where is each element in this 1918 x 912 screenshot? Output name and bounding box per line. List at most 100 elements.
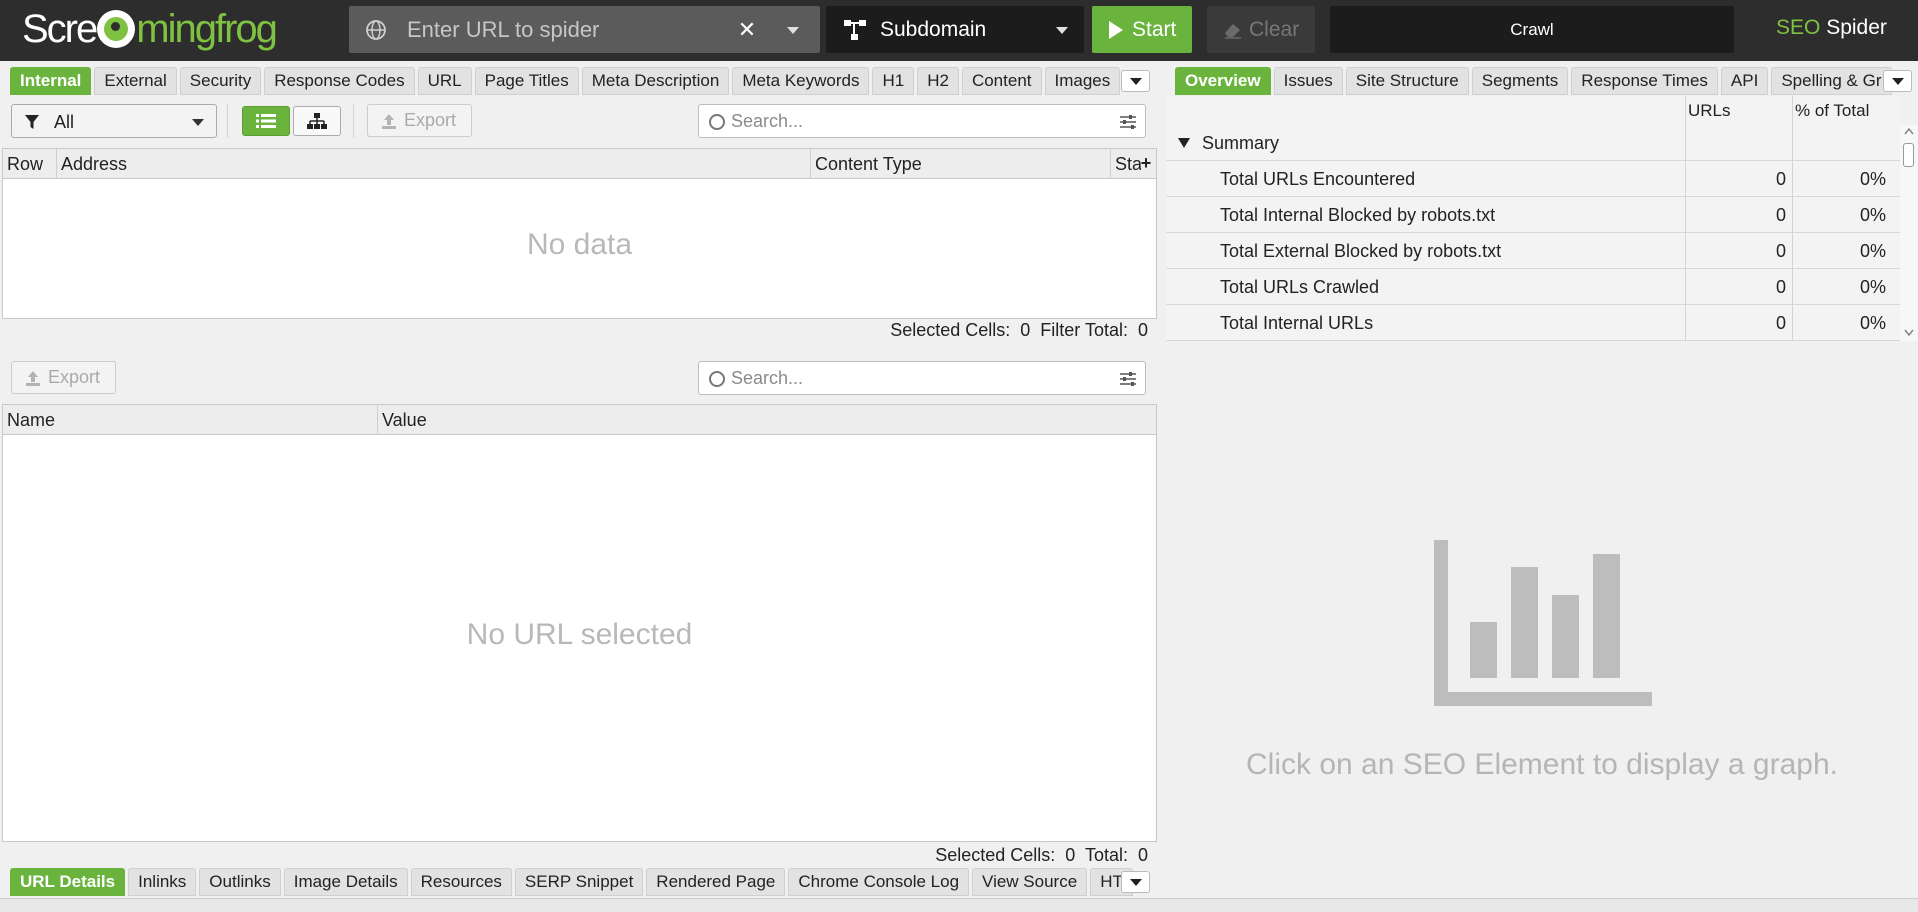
toolbar-divider [353, 104, 354, 138]
url-history-dropdown-icon[interactable] [781, 18, 805, 42]
main-tab-security[interactable]: Security [179, 67, 262, 95]
right-tab-spelling-gr[interactable]: Spelling & Gr [1771, 67, 1892, 95]
right-tab-overview[interactable]: Overview [1175, 67, 1271, 95]
clear-url-icon[interactable]: ✕ [735, 18, 759, 42]
main-tab-page-titles[interactable]: Page Titles [474, 67, 579, 95]
bottom-tab-chrome-console-log[interactable]: Chrome Console Log [788, 868, 970, 896]
url-input-box[interactable]: ✕ [349, 6, 820, 53]
search-icon [709, 114, 725, 130]
product-name: SEO Spider [1776, 16, 1887, 39]
bottom-tab-rendered-page[interactable]: Rendered Page [646, 868, 786, 896]
export-button[interactable]: Export [367, 104, 472, 137]
globe-icon [366, 20, 386, 40]
column-header-percent[interactable]: % of Total [1795, 96, 1869, 125]
top-table-empty-message: No data [526, 228, 633, 261]
lower-export-button[interactable]: Export [11, 361, 116, 394]
overview-row-urls: 0 [1775, 169, 1786, 189]
bottom-tab-url-details[interactable]: URL Details [10, 868, 126, 896]
bottom-tab-view-source[interactable]: View Source [972, 868, 1088, 896]
top-table-status: Selected Cells: 0 Filter Total: 0 [890, 320, 1148, 340]
scroll-down-icon[interactable] [1904, 329, 1914, 337]
right-tab-api[interactable]: API [1720, 67, 1769, 95]
details-empty-message: No URL selected [466, 618, 693, 651]
main-tab-response-codes[interactable]: Response Codes [264, 67, 415, 95]
right-tabs-overflow-button[interactable] [1883, 70, 1912, 92]
collapse-triangle-icon[interactable] [1178, 138, 1190, 148]
column-header-row[interactable]: Row [3, 149, 57, 179]
bottom-tabs-overflow-button[interactable] [1121, 871, 1150, 893]
main-tab-images[interactable]: Images [1044, 67, 1121, 95]
column-header-content-type[interactable]: Content Type [811, 149, 1111, 179]
overview-row[interactable]: Total External Blocked by robots.txt 0 0% [1166, 233, 1900, 269]
add-column-icon[interactable]: + [1137, 149, 1155, 179]
bottom-tab-bar: URL Details Inlinks Outlinks Image Details R… [10, 867, 1136, 897]
overview-row-label: Total Internal URLs [1220, 313, 1374, 333]
graph-placeholder-message: Click on an SEO Element to display a gra… [1246, 748, 1838, 781]
main-tab-bar: Internal External Security Response Codes UR… [10, 66, 1123, 96]
top-search-box[interactable] [698, 104, 1146, 138]
overview-row-percent: 0% [1859, 205, 1886, 225]
top-bar: Scre mingfrog ✕ Subdomain Start [0, 0, 1918, 61]
bottom-tab-outlinks[interactable]: Outlinks [199, 868, 281, 896]
main-tab-meta-description[interactable]: Meta Description [581, 67, 730, 95]
bottom-tab-resources[interactable]: Resources [410, 868, 512, 896]
column-header-urls[interactable]: URLs [1688, 96, 1731, 125]
tree-view-icon [307, 113, 327, 129]
overview-row[interactable]: Total Internal Blocked by robots.txt 0 0% [1166, 197, 1900, 233]
clear-button[interactable]: Clear [1207, 6, 1315, 53]
right-tab-segments[interactable]: Segments [1471, 67, 1569, 95]
column-header-value[interactable]: Value [378, 405, 1156, 435]
tree-view-button[interactable] [293, 106, 341, 136]
column-divider [1685, 125, 1686, 341]
search-options-icon[interactable] [1119, 114, 1137, 130]
overview-row-label: Total External Blocked by robots.txt [1220, 241, 1502, 261]
overview-row-urls: 0 [1775, 241, 1786, 261]
filter-icon [25, 115, 39, 129]
main-tab-content[interactable]: Content [961, 67, 1042, 95]
toolbar-divider [227, 104, 228, 138]
overview-scrollbar[interactable] [1900, 125, 1918, 341]
scrollbar-thumb[interactable] [1903, 143, 1914, 167]
column-header-name[interactable]: Name [3, 405, 378, 435]
overview-row[interactable]: Total Internal URLs 0 0% [1166, 305, 1900, 341]
search-options-icon[interactable] [1119, 371, 1137, 387]
column-header-address[interactable]: Address [57, 149, 811, 179]
main-tab-h1[interactable]: H1 [872, 67, 915, 95]
search-icon [709, 371, 725, 387]
list-view-icon [256, 114, 276, 128]
url-input[interactable] [407, 14, 747, 46]
bottom-tab-serp-snippet[interactable]: SERP Snippet [514, 868, 644, 896]
scroll-up-icon[interactable] [1904, 127, 1914, 135]
overview-row-label: Total URLs Encountered [1220, 169, 1416, 189]
overview-row-percent: 0% [1859, 277, 1886, 297]
top-search-input[interactable] [731, 110, 1111, 132]
right-tab-site-structure[interactable]: Site Structure [1345, 67, 1469, 95]
bottom-tab-image-details[interactable]: Image Details [283, 868, 408, 896]
overview-row[interactable]: Total URLs Crawled 0 0% [1166, 269, 1900, 305]
overview-row-urls: 0 [1775, 205, 1786, 225]
main-tabs-overflow-button[interactable] [1121, 70, 1150, 92]
chevron-down-icon [1129, 878, 1142, 886]
summary-group-row[interactable]: Summary [1166, 125, 1900, 161]
overview-row[interactable]: Total URLs Encountered 0 0% [1166, 161, 1900, 197]
list-view-button[interactable] [242, 106, 290, 136]
main-tab-external[interactable]: External [94, 67, 177, 95]
main-tab-url[interactable]: URL [417, 67, 472, 95]
crawl-progress-box: Crawl [1330, 6, 1734, 53]
filter-select[interactable]: All [11, 104, 217, 138]
overview-header: URLs % of Total [1166, 96, 1900, 125]
bottom-tab-inlinks[interactable]: Inlinks [128, 868, 197, 896]
lower-search-input[interactable] [731, 367, 1111, 389]
main-tab-internal[interactable]: Internal [10, 67, 92, 95]
right-tab-issues[interactable]: Issues [1273, 67, 1343, 95]
upload-icon [26, 370, 40, 386]
right-tab-response-times[interactable]: Response Times [1571, 67, 1718, 95]
main-tab-h2[interactable]: H2 [917, 67, 959, 95]
crawl-mode-select[interactable]: Subdomain [826, 6, 1084, 53]
lower-search-box[interactable] [698, 361, 1146, 395]
overview-row-urls: 0 [1775, 277, 1786, 297]
start-button[interactable]: Start [1092, 6, 1192, 53]
column-divider [1792, 96, 1793, 341]
main-tab-meta-keywords[interactable]: Meta Keywords [732, 67, 870, 95]
details-table-status: Selected Cells: 0 Total: 0 [935, 845, 1148, 865]
